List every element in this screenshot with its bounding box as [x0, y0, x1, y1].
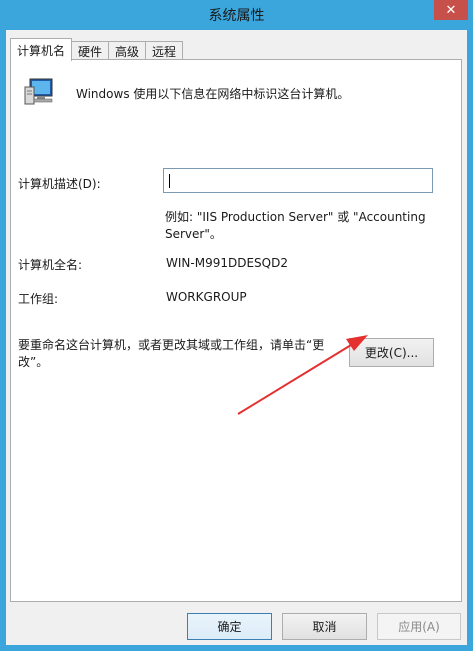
description-label: 计算机描述(D):	[18, 177, 101, 191]
window-title: 系统属性	[208, 8, 265, 24]
example-line-1: 例如: "IIS Production Server" 或 "Accountin…	[165, 210, 426, 224]
close-button[interactable]: ✕	[434, 0, 468, 20]
workgroup-value: WORKGROUP	[166, 290, 247, 304]
title-bar[interactable]: 系统属性 ✕	[0, 0, 473, 30]
ok-button[interactable]: 确定	[187, 613, 272, 640]
change-button[interactable]: 更改(C)...	[349, 338, 434, 367]
text-caret	[169, 174, 170, 188]
tab-hardware[interactable]: 硬件	[71, 41, 110, 61]
tab-computer-name[interactable]: 计算机名	[10, 38, 73, 61]
intro-text: Windows 使用以下信息在网络中标识这台计算机。	[76, 87, 350, 101]
cancel-button[interactable]: 取消	[282, 613, 367, 640]
dialog-client-area: 计算机名 硬件 高级 远程 Windows 使用以下信息在网络中标识这台计算机。…	[6, 30, 467, 645]
workgroup-label: 工作组:	[18, 292, 59, 306]
computer-description-input[interactable]	[163, 168, 433, 193]
description-example: 例如: "IIS Production Server" 或 "Accountin…	[165, 209, 426, 243]
tab-remote[interactable]: 远程	[145, 41, 184, 61]
full-name-value: WIN-M991DDESQD2	[166, 256, 288, 270]
tab-strip: 计算机名 硬件 高级 远程	[10, 38, 184, 61]
tab-advanced[interactable]: 高级	[108, 41, 147, 61]
computer-name-panel: Windows 使用以下信息在网络中标识这台计算机。 计算机描述(D): 例如:…	[10, 59, 462, 602]
system-properties-window: 系统属性 ✕ 计算机名 硬件 高级 远程 Windows 使用以下信息在网络中标…	[0, 0, 473, 651]
apply-button[interactable]: 应用(A)	[377, 613, 461, 640]
example-line-2: Server"。	[165, 227, 222, 241]
close-icon: ✕	[445, 2, 457, 18]
full-name-label: 计算机全名:	[18, 258, 83, 272]
rename-text-line-1: 要重命名这台计算机，或者更改其域或工作组，请单击“更	[18, 338, 325, 352]
rename-instructions: 要重命名这台计算机，或者更改其域或工作组，请单击“更 改”。	[18, 337, 324, 371]
computer-icon	[24, 78, 53, 105]
rename-text-line-2: 改”。	[18, 355, 49, 369]
